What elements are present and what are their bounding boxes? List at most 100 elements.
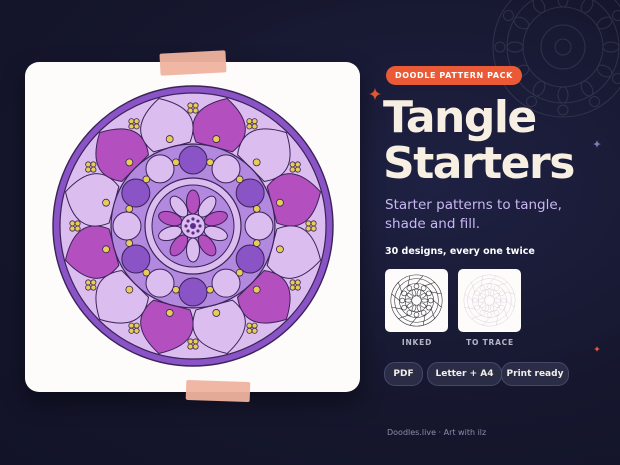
- flower-lobe: [294, 284, 301, 291]
- flower-lobe: [90, 161, 97, 168]
- ring-circle: [235, 178, 265, 208]
- inked-thumbnail: [385, 269, 448, 332]
- deco-petal-dot: [494, 41, 506, 53]
- trace-mandala-thumbnail-icon: [463, 274, 516, 327]
- center-petal-shape: [186, 237, 200, 263]
- deco-petal: [580, 0, 594, 14]
- chip-pdf: PDF: [384, 362, 423, 386]
- yellow-dot: [206, 158, 214, 167]
- ring-circle: [178, 277, 208, 307]
- flower-lobe: [128, 327, 135, 334]
- flower-lobe: [133, 322, 140, 329]
- thumb-circle: [426, 290, 432, 297]
- deco-petal: [596, 10, 620, 30]
- flower-lobe: [187, 338, 194, 345]
- flower-lobe: [133, 118, 140, 125]
- yellow-dot: [125, 158, 134, 167]
- yellow-dot: [165, 309, 174, 317]
- yellow-dot: [235, 175, 244, 184]
- ring-circle: [112, 211, 142, 241]
- flower-lobe: [251, 327, 258, 334]
- deco-petal: [494, 41, 524, 53]
- flower-lobe: [85, 279, 92, 286]
- deco-petal-shape: [580, 0, 594, 14]
- thumb-line: [497, 282, 508, 286]
- deco-petal: [602, 41, 620, 53]
- yellow-dot: [276, 198, 284, 207]
- thumb-petal: [404, 298, 413, 303]
- thumb-circle: [493, 285, 500, 291]
- flower-lobe: [289, 279, 296, 286]
- footer-credit: Doodles.live · Art with ilz: [387, 428, 487, 437]
- flower-lobe: [85, 284, 92, 291]
- flower-lobe: [310, 225, 317, 232]
- flower-lobe: [294, 166, 301, 173]
- thumb-circle: [401, 304, 407, 311]
- yellow-dot: [206, 285, 214, 294]
- center-petal: [186, 237, 200, 263]
- thumb-petal-shape: [477, 298, 485, 303]
- flower-lobe: [69, 220, 76, 227]
- yellow-dot: [142, 268, 151, 277]
- thumb-line: [391, 306, 402, 310]
- flower-lobe: [294, 279, 301, 286]
- flower-lobe: [192, 343, 199, 350]
- ring-circle: [178, 145, 208, 175]
- thumb-line: [495, 315, 499, 326]
- inked-mandala-thumbnail-icon: [390, 274, 443, 327]
- deco-petal-shape: [513, 16, 530, 30]
- yellow-dot: [125, 239, 134, 247]
- deco-petal: [580, 80, 600, 108]
- flower-lobe: [74, 220, 81, 227]
- yellow-dot: [235, 268, 244, 277]
- flower-lobe: [246, 327, 253, 334]
- flower-lobe: [192, 107, 199, 114]
- core-dot: [191, 231, 195, 235]
- yellow-dot: [172, 285, 180, 294]
- thumb-ring: [477, 288, 502, 313]
- flower-lobe: [289, 166, 296, 173]
- thumb-ring: [467, 278, 512, 323]
- thumb-line: [471, 282, 475, 293]
- yellow-dot: [252, 239, 261, 247]
- flower-lobe: [305, 225, 312, 232]
- flower-lobe: [69, 225, 76, 232]
- thumb-petal-shape: [404, 298, 413, 303]
- core-center: [190, 223, 196, 229]
- thumb-circle: [413, 283, 420, 290]
- flower-lobe: [192, 338, 199, 345]
- thumb-circle: [474, 304, 480, 311]
- yellow-dot: [165, 135, 174, 143]
- deco-petal: [596, 64, 620, 84]
- ring-circle: [145, 268, 175, 298]
- flower-lobe: [246, 123, 253, 130]
- flower-lobe: [128, 322, 135, 329]
- yellow-dot: [252, 285, 261, 294]
- trace-thumbnail: [458, 269, 521, 332]
- flower-lobe: [251, 123, 258, 130]
- deco-petal: [532, 0, 546, 14]
- flower-lobe: [246, 118, 253, 125]
- tape-bottom: [185, 379, 251, 403]
- thumb-line: [422, 315, 426, 326]
- thumb-petal: [494, 298, 502, 303]
- thumb-petal: [477, 298, 485, 303]
- yellow-dot: [142, 175, 151, 184]
- thumb-line: [504, 291, 515, 295]
- thumb-ring: [484, 295, 495, 306]
- flower-lobe: [85, 161, 92, 168]
- chip-print-ready: Print ready: [501, 362, 569, 386]
- thumb-circle: [406, 310, 413, 316]
- flower-lobe: [251, 322, 258, 329]
- deco-petal: [502, 10, 530, 30]
- thumb-ring: [472, 283, 507, 318]
- thumb-circle: [401, 290, 407, 297]
- title-line-1: Tangle: [383, 92, 537, 143]
- yellow-dot: [252, 158, 261, 167]
- thumb-circle: [406, 285, 413, 291]
- deco-petal: [557, 0, 569, 8]
- thumb-circle: [426, 304, 432, 311]
- ring-circle: [211, 154, 241, 184]
- sparkle-icon: [593, 140, 601, 148]
- yellow-dot: [125, 285, 134, 294]
